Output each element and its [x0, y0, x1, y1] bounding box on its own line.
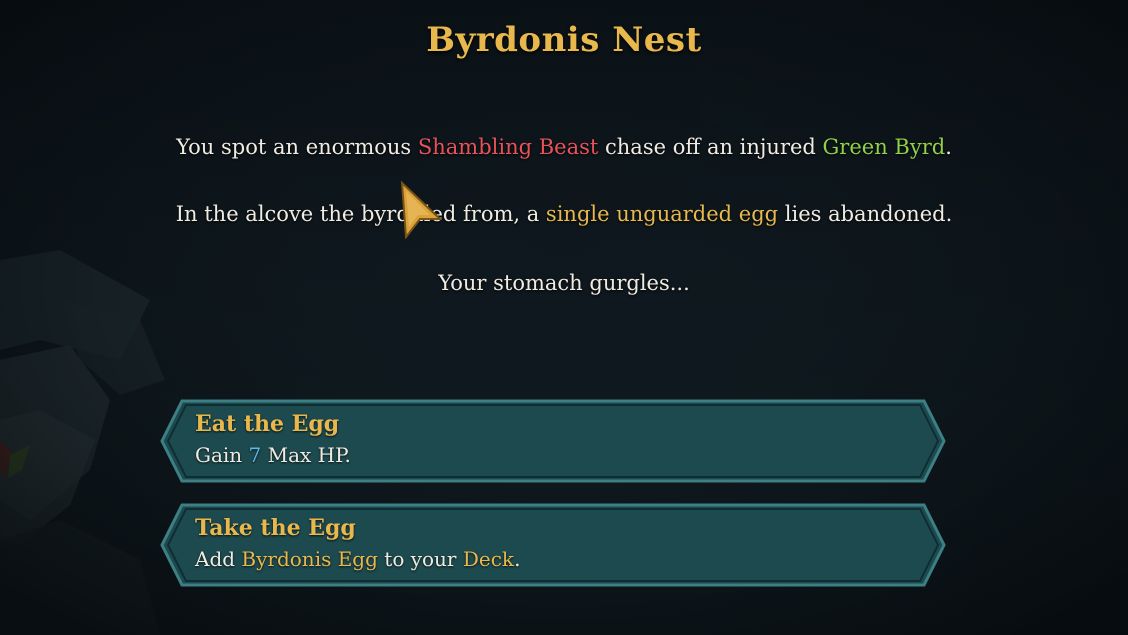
text-segment: Gain	[195, 443, 249, 467]
arrow-cursor-icon	[400, 181, 442, 239]
text-segment: Max HP.	[261, 443, 351, 467]
text-segment: to your	[377, 547, 463, 571]
event-description-line-1: You spot an enormous Shambling Beast cha…	[0, 135, 1128, 159]
text-segment: You spot an enormous	[176, 135, 418, 159]
option-title: Take the Egg	[195, 515, 356, 541]
text-segment: lies abandoned.	[778, 202, 953, 226]
option-description: Gain 7 Max HP.	[195, 443, 351, 467]
text-segment: from, a	[456, 202, 546, 226]
text-segment: chase off an injured	[598, 135, 823, 159]
text-segment: .	[945, 135, 952, 159]
text-segment: In the alcove the byrd	[175, 202, 410, 226]
option-description: Add Byrdonis Egg to your Deck.	[195, 547, 520, 571]
option-title: Eat the Egg	[195, 411, 340, 437]
keyword-byrdonis-egg: Byrdonis Egg	[241, 547, 378, 571]
event-description-line-2: In the alcove the byrd fled from, a sing…	[0, 202, 1128, 226]
max-hp-value: 7	[248, 443, 262, 467]
keyword-unguarded-egg: single unguarded egg	[545, 202, 779, 226]
text-segment: Add	[195, 547, 242, 571]
text-segment: .	[514, 547, 521, 571]
option-take-the-egg[interactable]: Take the Egg Add Byrdonis Egg to your De…	[160, 503, 946, 587]
keyword-green-byrd: Green Byrd	[822, 135, 946, 159]
keyword-shambling-beast: Shambling Beast	[417, 135, 599, 159]
keyword-deck: Deck	[462, 547, 515, 571]
option-eat-the-egg[interactable]: Eat the Egg Gain 7 Max HP.	[160, 399, 946, 483]
event-title: Byrdonis Nest	[426, 20, 702, 60]
event-description-line-3: Your stomach gurgles...	[438, 271, 690, 295]
